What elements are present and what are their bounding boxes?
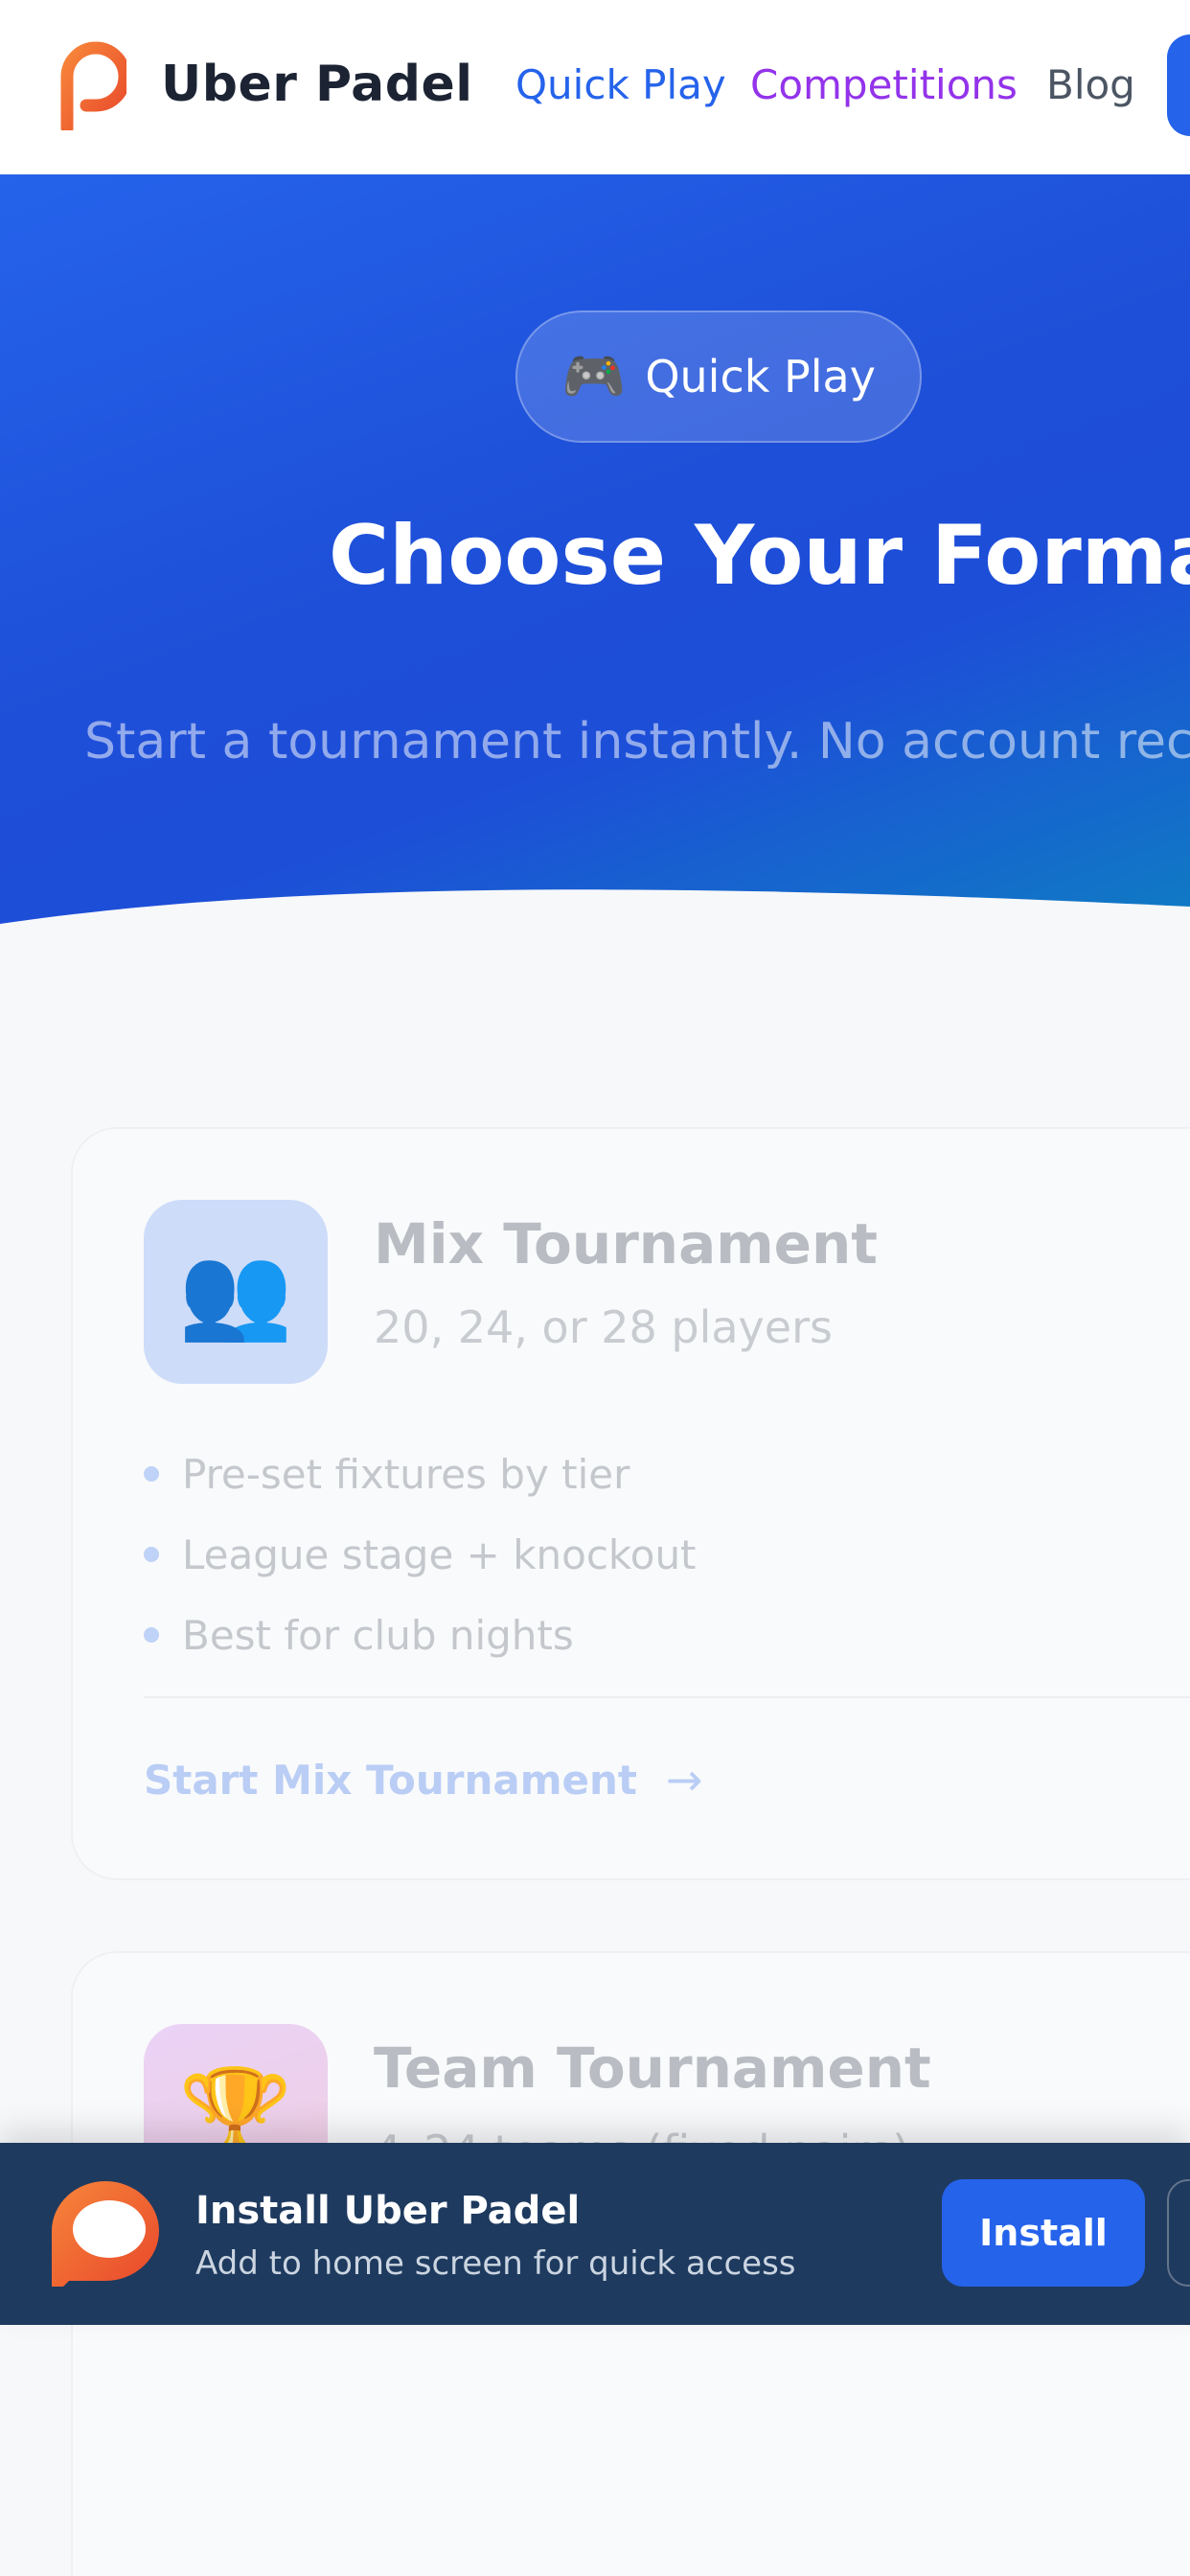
feature-text: Best for club nights: [182, 1611, 574, 1659]
game-controller-icon: 🎮: [561, 346, 627, 406]
install-button[interactable]: Install: [942, 2179, 1145, 2287]
uber-padel-logo-icon[interactable]: [54, 40, 126, 130]
bullet-dot-icon: [144, 1627, 159, 1643]
feature-text: Pre-set fixtures by tier: [182, 1450, 630, 1498]
quick-play-badge: 🎮 Quick Play: [515, 310, 922, 443]
feature-item: Pre-set fixtures by tier: [144, 1434, 697, 1514]
start-mix-tournament-link[interactable]: Start Mix Tournament →: [144, 1754, 703, 1806]
nav-quick-play[interactable]: Quick Play: [515, 61, 726, 108]
install-app-banner: Install Uber Padel Add to home screen fo…: [0, 2143, 1190, 2325]
hero-section: 🎮 Quick Play Choose Your Format Start a …: [0, 174, 1190, 960]
nav-blog[interactable]: Blog: [1046, 61, 1135, 108]
hero-wave-divider: [0, 889, 1190, 978]
feature-text: League stage + knockout: [182, 1530, 697, 1578]
arrow-right-icon: →: [666, 1754, 703, 1806]
start-mix-tournament-label: Start Mix Tournament: [144, 1756, 637, 1804]
card-title: Team Tournament: [374, 2036, 931, 2101]
top-nav-bar: Uber Padel Quick Play Competitions Blog: [0, 0, 1190, 174]
uber-padel-app-icon: [52, 2181, 159, 2287]
dismiss-button[interactable]: [1167, 2179, 1190, 2287]
nav-competitions[interactable]: Competitions: [750, 61, 1018, 108]
page: Uber Padel Quick Play Competitions Blog …: [0, 0, 1190, 2576]
mix-tournament-card[interactable]: 👥 Mix Tournament 20, 24, or 28 players P…: [71, 1127, 1190, 1880]
feature-item: League stage + knockout: [144, 1514, 697, 1595]
brand-name[interactable]: Uber Padel: [161, 56, 473, 113]
people-icon: 👥: [144, 1200, 328, 1384]
hero-subtitle: Start a tournament instantly. No account…: [84, 713, 1190, 770]
install-banner-title: Install Uber Padel: [195, 2189, 581, 2233]
quick-play-badge-label: Quick Play: [645, 351, 876, 402]
feature-list: Pre-set fixtures by tier League stage + …: [144, 1434, 697, 1675]
divider: [144, 1696, 1190, 1698]
card-subtitle: 20, 24, or 28 players: [374, 1301, 833, 1353]
install-banner-description: Add to home screen for quick access: [195, 2244, 796, 2283]
page-title: Choose Your Format: [329, 508, 1190, 604]
nav-cta-button[interactable]: [1167, 34, 1190, 136]
feature-item: Best for club nights: [144, 1595, 697, 1675]
card-title: Mix Tournament: [374, 1211, 879, 1276]
bullet-dot-icon: [144, 1466, 159, 1482]
bullet-dot-icon: [144, 1547, 159, 1562]
